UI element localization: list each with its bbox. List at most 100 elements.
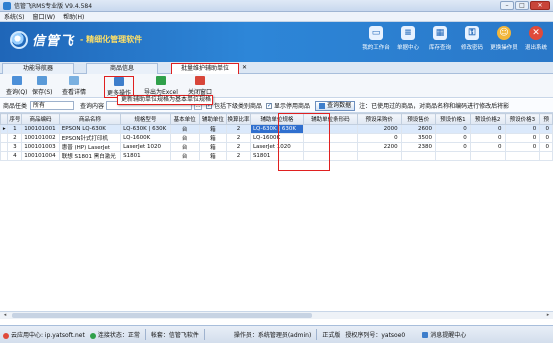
category-select[interactable]: 所有 xyxy=(30,101,75,110)
table-row[interactable]: ▸ 1 100101001 EPSON LQ-630K LQ-630K | 63… xyxy=(0,124,553,134)
cell[interactable]: 箱 xyxy=(198,142,228,152)
close-tab-button[interactable]: 关闭窗口 xyxy=(188,76,212,96)
column-header[interactable]: 辅助单位 xyxy=(198,113,228,125)
column-header[interactable]: 预设价格1 xyxy=(434,113,471,125)
cell[interactable] xyxy=(400,151,436,161)
column-header[interactable]: 预设采购价 xyxy=(356,113,402,125)
cloud-status[interactable]: 云应用中心: ip.yatsoft.net xyxy=(3,330,85,339)
scroll-thumb[interactable] xyxy=(12,313,312,318)
maximize-button[interactable]: □ xyxy=(515,1,529,10)
cell: 1 xyxy=(7,124,23,134)
nav-document-center[interactable]: ≡ 单据中心 xyxy=(395,26,421,51)
column-header[interactable]: 序号 xyxy=(7,113,23,125)
cell[interactable]: 2380 xyxy=(400,142,436,152)
cell[interactable]: 2600 xyxy=(400,124,436,134)
column-header[interactable]: 预 xyxy=(539,113,553,125)
cell[interactable]: 3500 xyxy=(400,133,436,143)
column-header[interactable]: 预设价格2 xyxy=(469,113,506,125)
table-row[interactable]: 3 100101003 惠普 (HP) LaserJet LaserJet 10… xyxy=(0,142,553,152)
cell[interactable] xyxy=(302,151,358,161)
column-header[interactable]: 基本单位 xyxy=(169,113,200,125)
table-row[interactable]: 4 100101004 联想 S1801 黑白激光 S1801 台 箱 2 S1… xyxy=(0,151,553,161)
connection-status: 连接状态：正常 xyxy=(89,330,140,339)
cell-aux-spec[interactable]: LQ-1600K xyxy=(249,133,304,143)
menu-window[interactable]: 窗口(W) xyxy=(33,12,56,21)
cell[interactable] xyxy=(434,151,471,161)
cell[interactable]: 0 xyxy=(504,142,541,152)
cell[interactable]: 2 xyxy=(226,133,251,143)
cell[interactable] xyxy=(539,151,553,161)
column-header[interactable]: 商品名称 xyxy=(58,113,122,125)
cell[interactable]: 箱 xyxy=(198,133,228,143)
cell[interactable] xyxy=(356,151,402,161)
column-header[interactable]: 换算比率 xyxy=(226,113,251,125)
cell-aux-spec[interactable]: LaserJet 1020 xyxy=(249,142,304,152)
scroll-right-icon[interactable]: ▸ xyxy=(544,312,552,319)
cell[interactable]: LQ-1600K xyxy=(120,133,171,143)
cell[interactable]: 惠普 (HP) LaserJet xyxy=(58,142,122,152)
cell[interactable]: 0 xyxy=(469,142,506,152)
cell[interactable] xyxy=(302,142,358,152)
cell[interactable]: EPSON LQ-630K xyxy=(58,124,122,134)
cell[interactable] xyxy=(504,151,541,161)
cell[interactable]: 2 xyxy=(226,124,251,134)
save-button[interactable]: 保存(S) xyxy=(32,76,53,96)
column-header[interactable]: 预设售价 xyxy=(400,113,436,125)
cell[interactable]: 2000 xyxy=(356,124,402,134)
tab-close-icon[interactable]: ✕ xyxy=(242,64,247,71)
cell[interactable]: 0 xyxy=(356,133,402,143)
cell[interactable]: 0 xyxy=(469,124,506,134)
export-excel-button[interactable]: 导出为Excel xyxy=(144,76,178,96)
horizontal-scrollbar[interactable]: ◂ ▸ xyxy=(0,311,553,319)
column-header[interactable]: 辅助单位规格 xyxy=(249,113,304,125)
cell[interactable]: 2200 xyxy=(356,142,402,152)
more-actions-menu-item[interactable]: 更新辅助单位规格为基本单位规格 xyxy=(117,95,213,105)
column-header[interactable]: 规格型号 xyxy=(120,113,171,125)
tab-product-info[interactable]: 商品信息 xyxy=(86,63,158,74)
nav-exit[interactable]: ✕ 退出系统 xyxy=(523,26,549,51)
message-center[interactable]: 消息提醒中心 xyxy=(422,330,466,339)
cell[interactable] xyxy=(302,133,358,143)
cell[interactable]: 0 xyxy=(504,133,541,143)
minimize-button[interactable]: – xyxy=(500,1,514,10)
cell-aux-spec[interactable]: LQ-630K | 630K xyxy=(249,124,304,134)
cell[interactable]: 0 xyxy=(504,124,541,134)
cell[interactable]: 箱 xyxy=(198,151,228,161)
detail-button[interactable]: 查看详情 xyxy=(62,76,86,96)
menu-help[interactable]: 帮助(H) xyxy=(63,12,84,21)
cell[interactable]: 0 xyxy=(434,124,471,134)
close-window-button[interactable]: ✕ xyxy=(530,1,550,10)
cell[interactable]: LQ-630K | 630K xyxy=(120,124,171,134)
nav-switch-operator[interactable]: ☺ 更换操作员 xyxy=(490,26,518,51)
cell[interactable]: 联想 S1801 黑白激光 xyxy=(58,151,122,161)
nav-workbench[interactable]: ▭ 我的工作台 xyxy=(362,26,390,51)
column-header[interactable]: 预设价格3 xyxy=(504,113,541,125)
cell[interactable]: 0 xyxy=(469,133,506,143)
cell[interactable]: 箱 xyxy=(198,124,228,134)
cell[interactable]: 0 xyxy=(434,142,471,152)
cell[interactable]: 0 xyxy=(434,133,471,143)
cell[interactable]: EPSON针式打印机 xyxy=(58,133,122,143)
cell[interactable]: LaserJet 1020 xyxy=(120,142,171,152)
nav-change-password[interactable]: ⚿ 修改密码 xyxy=(459,26,485,51)
cell[interactable] xyxy=(302,124,358,134)
show-disabled-checkbox[interactable]: 显示停用商品 xyxy=(266,101,310,110)
query-data-button[interactable]: 查询数据 xyxy=(315,100,356,111)
cell[interactable]: 2 xyxy=(226,151,251,161)
nav-stock-query[interactable]: ▦ 库存查询 xyxy=(427,26,453,51)
scroll-left-icon[interactable]: ◂ xyxy=(1,312,9,319)
column-header[interactable]: 商品编码 xyxy=(21,113,60,125)
cell[interactable]: 2 xyxy=(226,142,251,152)
menu-system[interactable]: 系统(S) xyxy=(4,12,25,21)
query-button[interactable]: 查询(Q) xyxy=(6,76,27,96)
tab-function-navigator[interactable]: 功能导航器 xyxy=(2,63,74,74)
include-lower-checkbox[interactable]: 包括下级类别商品 xyxy=(206,101,262,110)
cell[interactable]: S1801 xyxy=(120,151,171,161)
cell[interactable] xyxy=(469,151,506,161)
cell[interactable]: 0 xyxy=(539,142,553,152)
column-header[interactable]: 辅助单位条形码 xyxy=(302,113,358,125)
cell[interactable]: 0 xyxy=(539,124,553,134)
table-row[interactable]: 2 100101002 EPSON针式打印机 LQ-1600K 台 箱 2 LQ… xyxy=(0,133,553,143)
cell-aux-spec[interactable]: S1801 xyxy=(249,151,304,161)
cell[interactable]: 0 xyxy=(539,133,553,143)
